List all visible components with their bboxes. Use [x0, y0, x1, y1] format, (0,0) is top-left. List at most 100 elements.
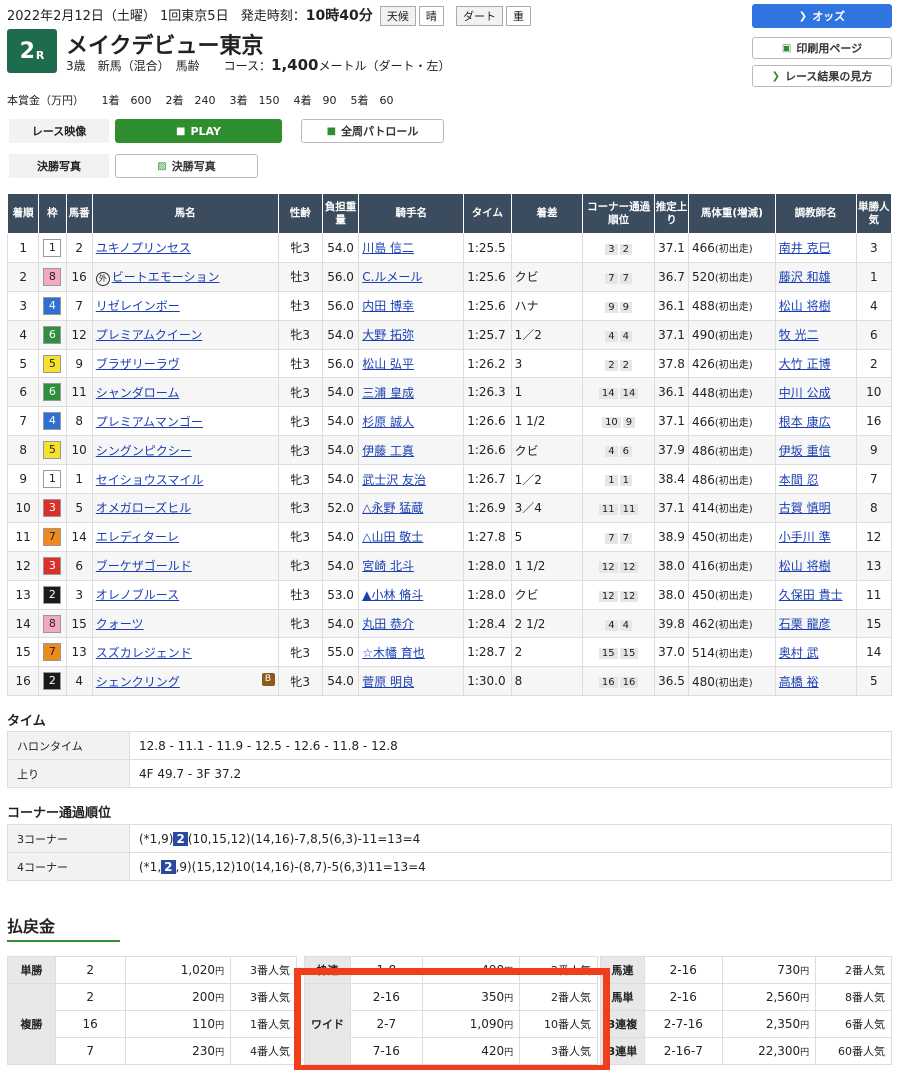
race-time: 1:26.6: [463, 435, 512, 466]
horse-name-link[interactable]: セイショウスマイル: [96, 473, 204, 487]
jockey-link[interactable]: 丸田 恭介: [362, 617, 414, 631]
trainer-link[interactable]: 高橋 裕: [779, 675, 819, 689]
trainer-link[interactable]: 牧 光二: [779, 328, 819, 342]
horse-name-link[interactable]: ビートエモーション: [112, 270, 220, 284]
jockey-link[interactable]: 三浦 皇成: [362, 386, 414, 400]
waku-badge: 2: [43, 672, 62, 691]
trainer-link[interactable]: 松山 将樹: [779, 299, 831, 313]
jockey-link[interactable]: 大野 拓弥: [362, 328, 414, 342]
margin: 2 1/2: [510, 608, 584, 639]
horse-name-link[interactable]: クォーツ: [96, 617, 144, 631]
horse-weight: 514(初出走): [687, 637, 776, 668]
furlong-label: ハロンタイム: [7, 731, 130, 760]
trainer-link[interactable]: 藤沢 和雄: [779, 270, 831, 284]
table-row: 13 2 3 オレノブルース 牡3 53.0 ▲小林 脩斗 1:28.0 クビ 12 12 38.0 4…: [6, 579, 893, 610]
prize-money: 本賞金（万円） 1着 600 2着 240 3着 150 4着 90 5着 60: [7, 94, 394, 107]
last-3f: 37.1: [653, 233, 689, 263]
horse-number: 6: [65, 550, 93, 581]
race-time: 1:26.3: [463, 377, 512, 408]
jockey-link[interactable]: 杉原 誠人: [362, 415, 414, 429]
horse-name-link[interactable]: シングンピクシー: [96, 444, 192, 458]
jockey-link[interactable]: ☆木幡 育也: [362, 646, 425, 660]
trainer-link[interactable]: 根本 康広: [779, 415, 831, 429]
trainer-link[interactable]: 奥村 武: [779, 646, 819, 660]
finish-photo-button[interactable]: ▨ 決勝写真: [115, 154, 258, 178]
horse-weight: 416(初出走): [687, 550, 776, 581]
col-header: 馬番: [65, 193, 93, 234]
corner3-label: 3コーナー: [7, 824, 130, 853]
jockey-link[interactable]: 伊藤 工真: [362, 444, 414, 458]
waku-badge: 6: [43, 383, 62, 402]
horse-name-link[interactable]: ユキノプリンセス: [96, 241, 191, 255]
jockey-link[interactable]: C.ルメール: [362, 270, 422, 284]
win-popularity: 11: [855, 579, 893, 610]
horse-name-link[interactable]: スズカレジェンド: [96, 646, 192, 660]
table-row: 4 6 12 プレミアムクイーン 牝3 54.0 大野 拓弥 1:25.7 1／2 4 4 37.1 4…: [6, 319, 893, 350]
race-time: 1:26.6: [463, 406, 512, 437]
horse-name-link[interactable]: プレミアムクイーン: [96, 328, 203, 342]
weight-carried: 54.0: [321, 608, 360, 639]
waku-badge: 5: [43, 441, 62, 460]
win-popularity: 1: [855, 261, 893, 292]
payout-row: 3連複 2-7-16 2,350円 6番人気: [600, 1010, 892, 1038]
last-3f: 37.0: [653, 637, 689, 668]
jockey-link[interactable]: △山田 敬士: [362, 530, 423, 544]
weight-carried: 54.0: [321, 435, 360, 466]
trainer-link[interactable]: 石栗 龍彦: [779, 617, 831, 631]
result-guide-button[interactable]: ❯ レース結果の見方: [752, 65, 892, 87]
horse-name-link[interactable]: エレディターレ: [96, 530, 179, 544]
horse-number: 7: [65, 290, 93, 321]
waku-badge: 7: [43, 527, 62, 546]
patrol-video-button[interactable]: ■ 全周パトロール: [301, 119, 444, 143]
horse-name-link[interactable]: リゼレインボー: [96, 299, 180, 313]
trainer-link[interactable]: 大竹 正博: [779, 357, 831, 371]
track-condition: 重: [505, 6, 531, 26]
trainer-link[interactable]: 伊坂 重信: [779, 444, 831, 458]
horse-name-link[interactable]: シャンダローム: [96, 386, 180, 400]
trainer-link[interactable]: 小手川 準: [779, 530, 831, 544]
jockey-link[interactable]: ▲小林 脩斗: [362, 588, 423, 602]
weather-label: 天候: [379, 6, 416, 26]
jockey-link[interactable]: 武士沢 友治: [362, 473, 426, 487]
win-popularity: 3: [855, 233, 893, 263]
jockey-link[interactable]: △永野 猛蔵: [362, 501, 423, 515]
horse-number: 10: [65, 435, 93, 466]
trainer-link[interactable]: 松山 将樹: [779, 559, 831, 573]
horse-name-link[interactable]: オレノブルース: [96, 588, 179, 602]
horse-number: 16: [65, 261, 93, 292]
trainer-link[interactable]: 本間 忍: [779, 473, 819, 487]
start-time-label: 発走時刻：: [240, 9, 306, 24]
jockey-link[interactable]: 松山 弘平: [362, 357, 414, 371]
horse-name-link[interactable]: プレミアムマンゴー: [96, 415, 203, 429]
last-3f: 36.1: [653, 290, 689, 321]
trainer-link[interactable]: 南井 克巳: [779, 241, 831, 255]
jockey-link[interactable]: 内田 博幸: [362, 299, 414, 313]
table-row: 8 5 10 シングンピクシー 牝3 54.0 伊藤 工真 1:26.6 クビ 4 6 37.9 486…: [6, 435, 893, 466]
last-3f: 38.4: [653, 464, 689, 495]
finish-position: 1: [6, 233, 40, 263]
weight-carried: 54.0: [321, 521, 360, 552]
sex-age: 牝3: [277, 637, 323, 668]
col-header: 枠: [38, 193, 67, 234]
horse-name-link[interactable]: シェンクリング: [96, 675, 180, 689]
weight-carried: 56.0: [321, 348, 360, 379]
trainer-link[interactable]: 中川 公成: [779, 386, 831, 400]
play-video-button[interactable]: ■ PLAY: [115, 119, 282, 143]
sex-age: 牝3: [277, 464, 323, 495]
trainer-link[interactable]: 古賀 慎明: [779, 501, 831, 515]
horse-name-link[interactable]: ブラザリーラヴ: [96, 357, 180, 371]
finish-position: 5: [6, 348, 40, 379]
jockey-link[interactable]: 菅原 明良: [362, 675, 414, 689]
jockey-link[interactable]: 川島 信二: [362, 241, 414, 255]
horse-weight: 414(初出走): [687, 493, 776, 523]
trainer-link[interactable]: 久保田 貴士: [779, 588, 843, 602]
odds-button[interactable]: ❯ オッズ: [752, 4, 892, 28]
horse-name-link[interactable]: ブーケザゴールド: [96, 559, 192, 573]
margin: 1／2: [510, 464, 584, 495]
printer-icon: ▣: [781, 42, 792, 54]
finish-position: 14: [6, 608, 40, 639]
last-times: 4F 49.7 - 3F 37.2: [129, 759, 892, 788]
print-page-button[interactable]: ▣ 印刷用ページ: [752, 37, 892, 59]
horse-name-link[interactable]: オメガローズヒル: [96, 501, 191, 515]
jockey-link[interactable]: 宮崎 北斗: [362, 559, 414, 573]
